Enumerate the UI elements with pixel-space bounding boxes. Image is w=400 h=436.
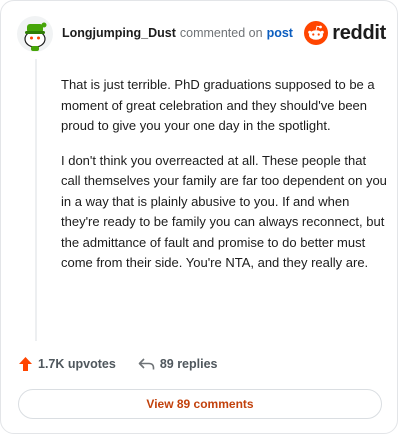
post-link[interactable]: post [267, 26, 293, 40]
comment-footer: 1.7K upvotes 89 replies [18, 353, 388, 375]
thread-line [35, 59, 37, 341]
view-comments-button[interactable]: View 89 comments [18, 389, 382, 419]
comment-paragraph: I don't think you overreacted at all. Th… [61, 152, 387, 271]
author-name[interactable]: Longjumping_Dust [62, 26, 176, 40]
comment-card: Longjumping_Dust commented on post reddit … [0, 0, 398, 434]
reddit-logo-icon [304, 21, 329, 45]
comment-body: That is just terrible. PhD graduations s… [61, 75, 387, 288]
upvote-arrow-icon [19, 357, 32, 371]
replies-button[interactable]: 89 replies [138, 357, 218, 371]
comment-action: commented on [179, 26, 263, 40]
snoo-avatar-icon[interactable] [16, 15, 54, 53]
reply-count: 89 replies [159, 357, 218, 371]
comment-header: Longjumping_Dust commented on post reddit [16, 15, 386, 55]
upvote-button[interactable]: 1.7K upvotes [18, 356, 116, 372]
reply-arrow-icon [138, 358, 155, 370]
comment-paragraph: That is just terrible. PhD graduations s… [61, 77, 375, 133]
reddit-wordmark: reddit [332, 21, 386, 44]
reddit-brand[interactable]: reddit [304, 21, 386, 45]
author-line: Longjumping_Dust commented on post [62, 26, 293, 40]
upvote-count: 1.7K upvotes [38, 357, 116, 371]
